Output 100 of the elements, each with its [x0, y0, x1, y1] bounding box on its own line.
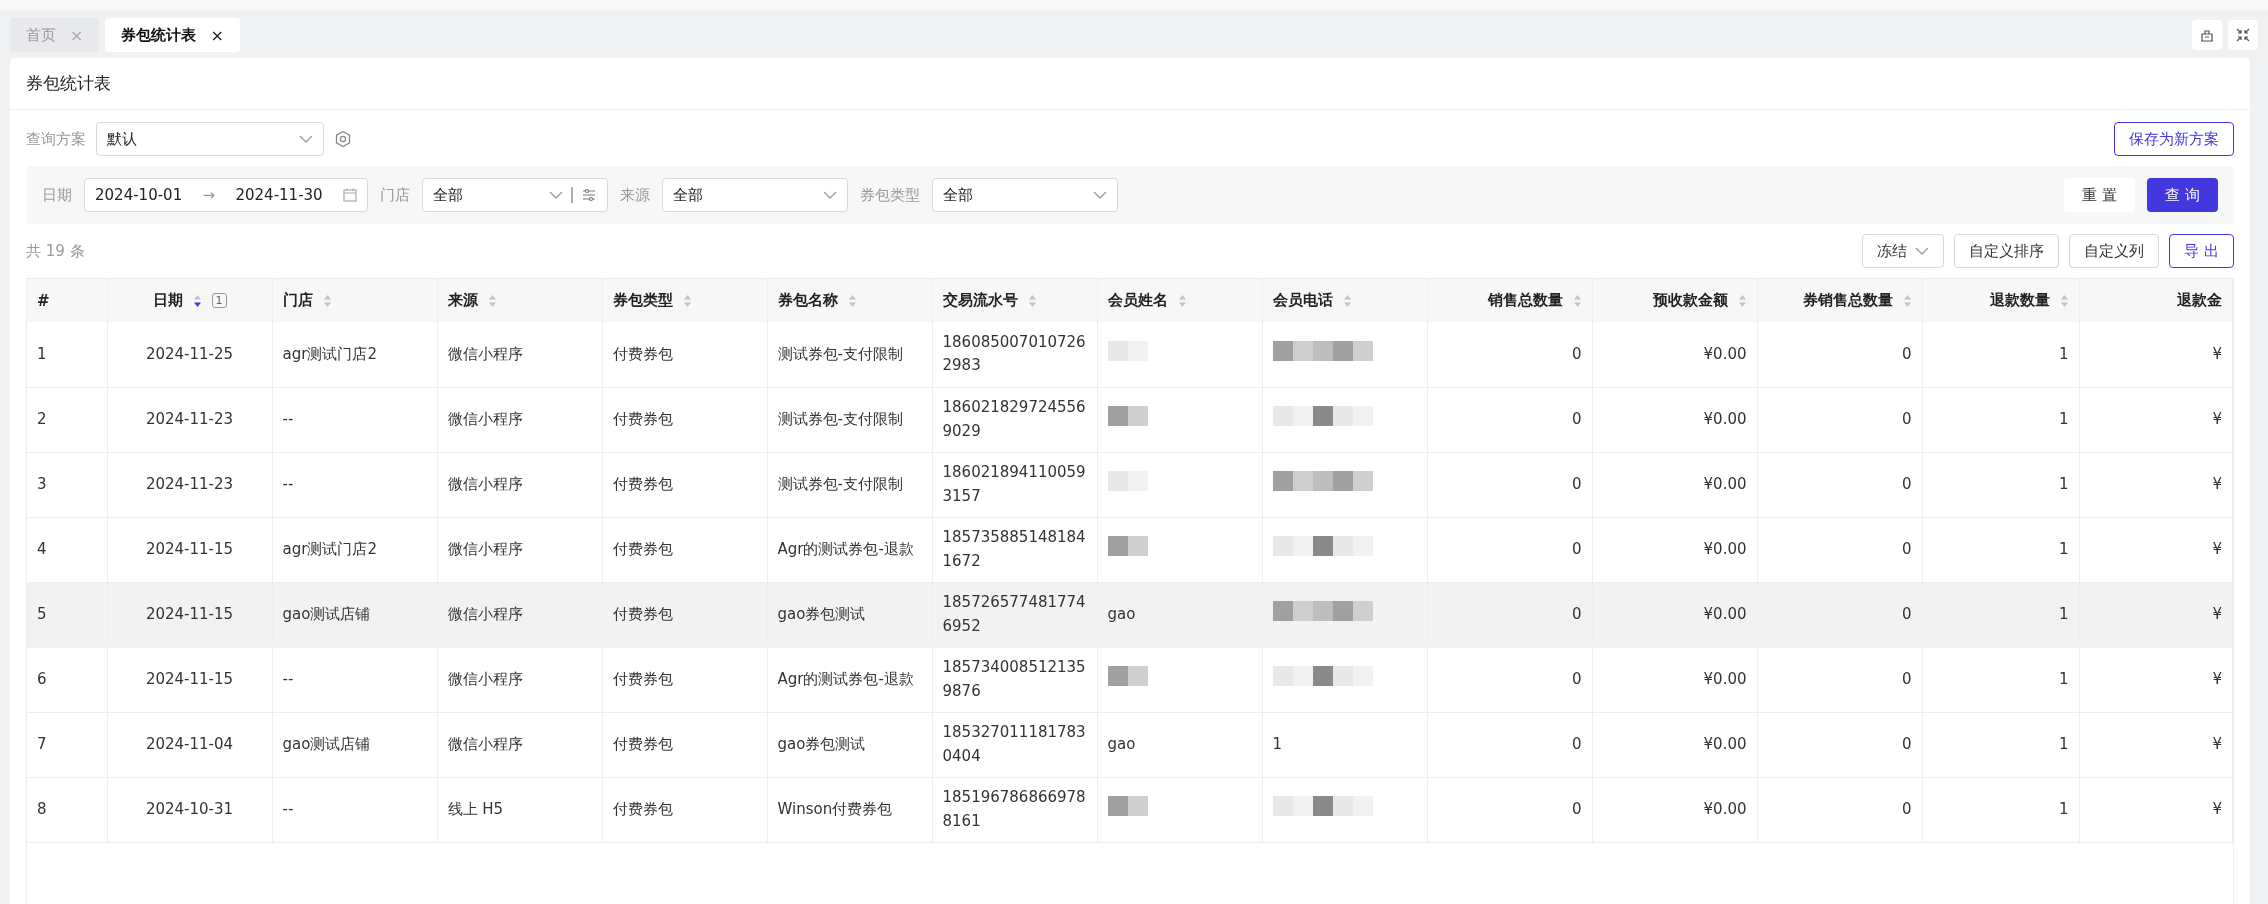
table-cell: 1: [2058, 539, 2069, 558]
table-cell: gao券包测试: [777, 734, 866, 753]
table-cell: gao券包测试: [777, 604, 866, 623]
toolbar-button[interactable]: 自定义排序: [1954, 234, 2060, 268]
tab-label: 首页: [26, 25, 56, 45]
search-button[interactable]: 查 询: [2147, 178, 2218, 212]
table-cell: 1860218297245569029: [942, 398, 1086, 440]
table-cell: ¥0.00: [1703, 734, 1747, 753]
table-cell: 0: [1571, 409, 1582, 428]
column-header: 券销售总数量: [1802, 291, 1893, 310]
table-cell: 2024-11-25: [145, 344, 234, 363]
table-cell: 付费券包: [612, 409, 673, 428]
settings-icon[interactable]: [334, 130, 352, 148]
table-cell: 0: [1571, 539, 1582, 558]
table-cell: ¥0.00: [1703, 344, 1747, 363]
table-cell: Winson付费券包: [777, 799, 893, 818]
toolbar-button[interactable]: 自定义列: [2069, 234, 2160, 268]
table-cell: 0: [1901, 344, 1912, 363]
table-cell: 2: [37, 409, 47, 428]
table-cell: 付费券包: [612, 799, 673, 818]
table-cell: gao测试店铺: [282, 604, 371, 623]
collapse-icon[interactable]: [2228, 20, 2258, 50]
table-cell: 0: [1901, 474, 1912, 493]
date-range-field[interactable]: 2024-10-01 → 2024-11-30: [84, 178, 368, 212]
filter-select[interactable]: 全部: [422, 178, 608, 212]
column-header: 销售总数量: [1487, 291, 1563, 310]
table-cell: 0: [1901, 409, 1912, 428]
column-header: 退款数量: [1989, 291, 2050, 310]
tab-label: 券包统计表: [121, 25, 197, 45]
filter-label: 门店: [380, 185, 410, 205]
calendar-icon: [343, 188, 357, 202]
column-header: 预收款金额: [1652, 291, 1728, 310]
filter-label: 日期: [42, 185, 72, 205]
chevron-down-icon: [823, 191, 837, 199]
table-cell: 3: [37, 474, 47, 493]
redacted-block: [1107, 535, 1148, 556]
table-cell: gao: [1107, 734, 1136, 753]
table-cell: --: [282, 799, 294, 818]
table-cell: 1: [2058, 604, 2069, 623]
table-cell: 0: [1571, 669, 1582, 688]
table-cell: 1: [37, 344, 47, 363]
table-cell: 微信小程序: [447, 734, 523, 753]
table-cell: 1: [2058, 409, 2069, 428]
column-header: 会员电话: [1272, 291, 1333, 310]
table-cell: 1: [2058, 669, 2069, 688]
table-cell: ¥0.00: [1703, 409, 1747, 428]
filter-select[interactable]: 全部: [932, 178, 1118, 212]
table-cell: --: [282, 409, 294, 428]
table-cell: 0: [1901, 539, 1912, 558]
chevron-down-icon: [299, 135, 313, 143]
chevron-down-icon: [1093, 191, 1107, 199]
table-cell: ¥0.00: [1703, 539, 1747, 558]
close-icon[interactable]: ×: [210, 25, 224, 45]
table-cell: ¥: [2212, 734, 2222, 753]
table-cell: 1: [2058, 474, 2069, 493]
sliders-icon[interactable]: [571, 187, 597, 203]
table-cell: 微信小程序: [447, 539, 523, 558]
toolbar-button[interactable]: 导 出: [2169, 234, 2234, 268]
table-cell: 测试券包-支付限制: [777, 474, 903, 493]
page-tab[interactable]: 券包统计表 ×: [105, 18, 240, 52]
table-cell: 1: [2058, 799, 2069, 818]
column-header: 交易流水号: [942, 291, 1018, 310]
table-cell: 1: [1272, 734, 1283, 753]
table-cell: --: [282, 669, 294, 688]
chevron-down-icon: [549, 191, 563, 199]
table-cell: 1860850070107262983: [942, 333, 1086, 375]
table-cell: 1857358851481841672: [942, 528, 1086, 570]
table-cell: 测试券包-支付限制: [777, 409, 903, 428]
table-cell: 0: [1571, 604, 1582, 623]
table-cell: 5: [37, 604, 47, 623]
table-cell: 0: [1901, 734, 1912, 753]
column-header: 来源: [447, 291, 478, 310]
table-cell: gao: [1107, 604, 1136, 623]
table-cell: ¥: [2212, 669, 2222, 688]
field-label: 查询方案: [26, 129, 86, 149]
table-cell: 2024-11-15: [145, 604, 234, 623]
table-cell: ¥: [2212, 539, 2222, 558]
table-cell: 2024-11-15: [145, 539, 234, 558]
table-cell: 6: [37, 669, 47, 688]
table-cell: ¥: [2212, 344, 2222, 363]
table-cell: 2024-11-23: [145, 474, 234, 493]
table-cell: 2024-11-23: [145, 409, 234, 428]
sort-icon[interactable]: [192, 293, 202, 308]
column-header: 日期: [152, 291, 183, 310]
table-cell: 微信小程序: [447, 474, 523, 493]
save-scheme-button[interactable]: 保存为新方案: [2114, 122, 2234, 156]
table-cell: agr测试门店2: [282, 539, 377, 558]
freeze-dropdown[interactable]: 冻结: [1862, 234, 1945, 268]
filter-select[interactable]: 全部: [662, 178, 848, 212]
table-cell: ¥: [2212, 474, 2222, 493]
table-cell: 微信小程序: [447, 344, 523, 363]
table-cell: ¥0.00: [1703, 474, 1747, 493]
table-cell: 0: [1901, 604, 1912, 623]
table-cell: 2024-11-15: [145, 669, 234, 688]
table-cell: --: [282, 474, 294, 493]
scheme-select[interactable]: 默认: [96, 122, 324, 156]
chevron-down-icon: [1915, 247, 1930, 255]
total-count: 共 19 条: [26, 241, 85, 261]
column-header: 退款金: [2177, 291, 2222, 310]
reset-button[interactable]: 重 置: [2064, 178, 2136, 212]
